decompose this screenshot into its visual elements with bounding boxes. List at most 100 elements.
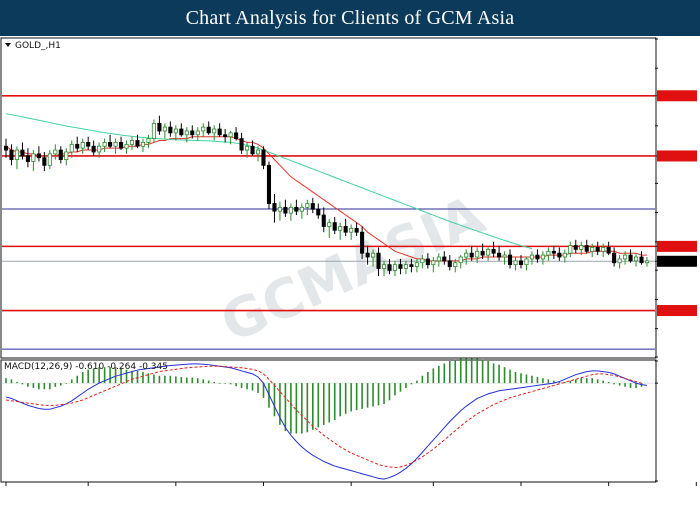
macd-label: MACD(12,26,9) -0.610 -0.264 -0.345 xyxy=(4,362,168,372)
macd-histogram-bar xyxy=(448,361,451,384)
candle-body xyxy=(431,260,436,266)
candle-body xyxy=(442,256,447,262)
candle-body xyxy=(25,155,30,162)
candle-body xyxy=(535,254,540,260)
candle-body xyxy=(338,226,343,231)
candle-body xyxy=(261,149,266,166)
macd-histogram-bar xyxy=(574,379,577,384)
macd-histogram-bar xyxy=(27,383,29,387)
candle-body xyxy=(606,247,611,254)
macd-histogram-bar xyxy=(355,383,358,411)
candle-body xyxy=(458,256,463,264)
macd-histogram-bar xyxy=(421,375,424,384)
candle-body xyxy=(168,126,173,134)
macd-histogram-bar xyxy=(312,383,314,430)
candle-body xyxy=(206,126,211,134)
candle-body xyxy=(64,151,69,161)
macd-histogram-bar xyxy=(54,383,57,387)
macd-histogram-bar xyxy=(16,381,18,384)
macd-histogram-bar xyxy=(427,372,429,384)
candle-body xyxy=(316,208,321,216)
macd-histogram-bar xyxy=(284,383,287,432)
macd-histogram-bar xyxy=(394,383,396,396)
chart-header: Chart Analysis for Clients of GCM Asia xyxy=(0,0,700,36)
candle-body xyxy=(20,149,25,157)
candle-body xyxy=(47,153,52,166)
candle-body xyxy=(69,143,74,153)
macd-histogram-bar xyxy=(218,383,221,384)
candle-body xyxy=(562,252,567,258)
macd-histogram-bar xyxy=(509,369,511,384)
price-tag xyxy=(657,150,697,162)
macd-histogram-bar xyxy=(536,376,539,384)
candle-body xyxy=(162,126,167,132)
candle-body xyxy=(288,206,293,214)
trading-chart[interactable]: GCMASIA GOLD_,H1 MACD(12,26,9) -0.610 -0… xyxy=(0,36,700,500)
macd-histogram-bar xyxy=(136,370,139,384)
candle-body xyxy=(86,142,91,147)
macd-histogram-bar xyxy=(185,377,188,384)
candle-body xyxy=(294,206,299,212)
candle-body xyxy=(644,260,650,264)
macd-histogram-bar xyxy=(547,379,550,384)
candle-body xyxy=(321,214,326,227)
price-tag xyxy=(657,255,697,267)
macd-histogram-bar xyxy=(350,383,352,412)
macd-histogram-bar xyxy=(388,383,391,401)
chart-container: GCMASIA GOLD_,H1 MACD(12,26,9) -0.610 -0… xyxy=(0,36,700,500)
symbol-label: GOLD_,H1 xyxy=(15,41,61,51)
candle-body xyxy=(53,149,58,155)
candle-body xyxy=(31,153,36,162)
candle-body xyxy=(371,252,376,258)
candle xyxy=(266,161,272,210)
macd-histogram-bar xyxy=(416,380,418,384)
candle-body xyxy=(491,248,496,254)
candle-body xyxy=(228,132,233,138)
candle-body xyxy=(425,258,430,266)
candle-body xyxy=(135,140,140,147)
macd-histogram-bar xyxy=(328,383,331,423)
candle-body xyxy=(360,231,365,254)
page-title: Chart Analysis for Clients of GCM Asia xyxy=(185,6,515,29)
macd-histogram-bar xyxy=(43,383,46,390)
macd-histogram-bar xyxy=(38,383,40,390)
macd-histogram-bar xyxy=(202,379,205,384)
macd-histogram-bar xyxy=(635,383,637,389)
candle-body xyxy=(518,260,524,266)
candle-body xyxy=(376,252,381,269)
macd-histogram-bar xyxy=(399,383,402,392)
macd-histogram-bar xyxy=(240,383,243,389)
candle-body xyxy=(464,252,469,258)
macd-histogram-bar xyxy=(602,380,604,384)
macd-histogram-bar xyxy=(629,383,632,389)
macd-histogram-bar xyxy=(542,378,544,384)
candle-body xyxy=(119,142,124,149)
macd-histogram-bar xyxy=(10,379,13,384)
candle-body xyxy=(497,252,502,258)
candle-body xyxy=(403,264,408,269)
candle-body xyxy=(469,252,474,258)
macd-histogram-bar xyxy=(246,383,248,390)
candle-body xyxy=(480,250,485,256)
macd-histogram-bar xyxy=(454,359,457,384)
macd-histogram-bar xyxy=(76,375,79,384)
candle-body xyxy=(507,254,513,266)
macd-histogram-bar xyxy=(191,377,194,384)
candle-body xyxy=(327,222,332,227)
candle-body xyxy=(157,122,162,132)
candle-body xyxy=(108,142,113,147)
candle-body xyxy=(623,254,628,260)
macd-histogram-bar xyxy=(503,367,506,384)
candle-body xyxy=(97,145,102,153)
candle-body xyxy=(305,203,310,208)
candle-body xyxy=(277,206,282,212)
macd-histogram-bar xyxy=(322,383,325,425)
candle-body xyxy=(179,128,184,136)
candle-body xyxy=(590,247,595,252)
candle-body xyxy=(332,222,337,231)
candle-body xyxy=(409,264,414,267)
macd-histogram-bar xyxy=(344,383,347,414)
macd-histogram-bar xyxy=(361,383,363,409)
macd-histogram-bar xyxy=(333,383,336,420)
macd-histogram-bar xyxy=(339,383,341,417)
